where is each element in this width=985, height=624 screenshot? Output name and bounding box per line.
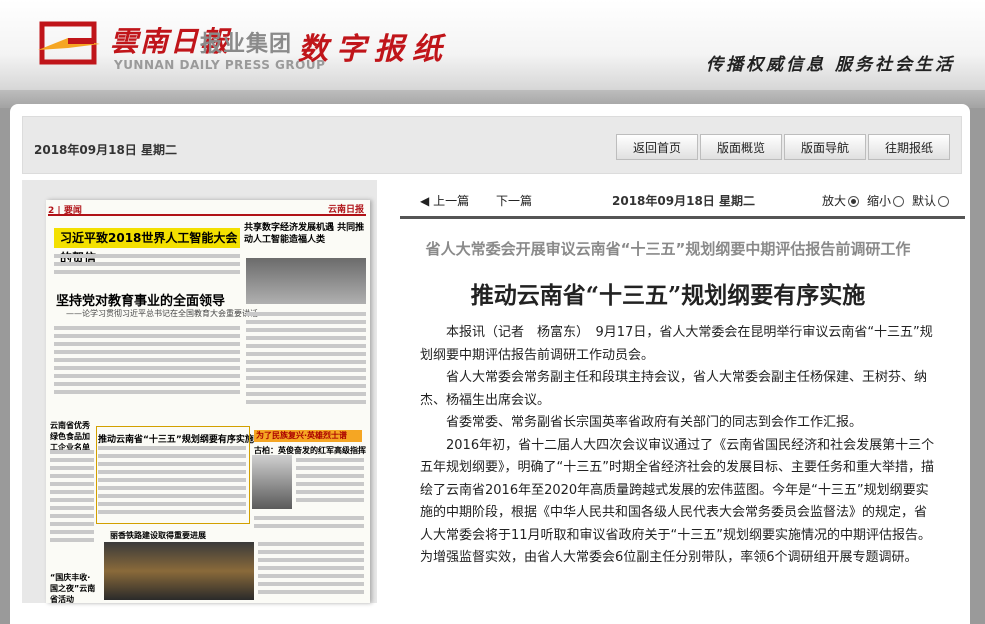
article-paragraph: 本报讯（记者 杨富东） 9月17日，省人大常委会在昆明举行审议云南省“十三五”规… bbox=[420, 325, 933, 363]
zoom-controls: 放大 缩小 默认 bbox=[822, 192, 950, 209]
paper-text-block bbox=[258, 574, 364, 578]
paper-text-block bbox=[258, 550, 364, 554]
paper-text-block bbox=[50, 474, 94, 478]
zoom-default-option[interactable]: 默认 bbox=[912, 192, 950, 209]
paper-text-block bbox=[50, 506, 94, 510]
paper-tunnel-photo bbox=[104, 542, 254, 600]
paper-text-block bbox=[50, 482, 94, 486]
paper-text-block bbox=[296, 498, 364, 502]
paper-text-block bbox=[54, 350, 240, 354]
paper-text-block bbox=[246, 392, 366, 396]
radio-minus-icon bbox=[893, 196, 905, 207]
paper-text-block bbox=[54, 254, 240, 258]
paper-text-block bbox=[50, 530, 94, 534]
paper-text-block bbox=[246, 352, 366, 356]
paper-text-block bbox=[54, 366, 240, 370]
article-paragraph: 2016年初，省十二届人大四次会议审议通过了《云南省国民经济和社会发展第十三个五… bbox=[420, 437, 935, 566]
paper-text-block bbox=[54, 326, 240, 330]
prev-article-link[interactable]: ◀ 上一篇 bbox=[420, 192, 469, 209]
paper-text-block bbox=[258, 566, 364, 570]
next-article-link[interactable]: 下一篇 bbox=[496, 192, 532, 209]
paper-headline-7[interactable]: 云南省优秀绿色食品加工企业名单 bbox=[50, 420, 96, 453]
paper-text-block bbox=[296, 474, 364, 478]
newspaper-page-image[interactable]: 2 | 要闻 云南日报 习近平致2018世界人工智能大会的贺信 坚持党对教育事业… bbox=[46, 200, 370, 603]
paper-text-block bbox=[50, 458, 94, 462]
paper-headline-8[interactable]: “国庆丰收·国之夜”云南省活动 bbox=[50, 572, 96, 603]
top-nav: 返回首页 版面概览 版面导航 往期报纸 bbox=[616, 134, 952, 160]
paper-text-block bbox=[296, 466, 364, 470]
article-date: 2018年09月18日 星期二 bbox=[612, 194, 755, 208]
paper-text-block bbox=[258, 590, 364, 594]
site-slogan: 传播权威信息 服务社会生活 bbox=[706, 55, 955, 75]
paper-text-block bbox=[50, 498, 94, 502]
paper-headline-5[interactable]: 为了民族复兴·英雄烈士谱 bbox=[254, 430, 362, 442]
paper-text-block bbox=[54, 358, 240, 362]
article-title: 推动云南省“十三五”规划纲要有序实施 bbox=[470, 282, 866, 309]
paper-text-block bbox=[246, 400, 366, 404]
paper-text-block bbox=[50, 538, 94, 542]
paper-headline-3[interactable]: 共享数字经济发展机遇 共同推动人工智能造福人类 bbox=[244, 222, 366, 246]
logo-english-name: YUNNAN DAILY PRESS GROUP bbox=[114, 58, 326, 72]
nav-home-button[interactable]: 返回首页 bbox=[616, 134, 698, 160]
paper-headline-1[interactable]: 习近平致2018世界人工智能大会的贺信 bbox=[54, 228, 240, 265]
paper-text-block bbox=[258, 582, 364, 586]
site-header: 雲南日報 报业集团 YUNNAN DAILY PRESS GROUP 数字报纸 … bbox=[0, 0, 985, 90]
nav-archive-button[interactable]: 往期报纸 bbox=[868, 134, 950, 160]
article-paragraph: 省人大常委会常务副主任和段琪主持会议，省人大常委会副主任杨保建、王树芬、纳杰、杨… bbox=[420, 370, 928, 408]
paper-text-block bbox=[254, 516, 364, 520]
paper-text-block bbox=[296, 482, 364, 486]
paper-text-block bbox=[258, 558, 364, 562]
paper-text-block bbox=[50, 514, 94, 518]
paper-text-block bbox=[54, 390, 240, 394]
paper-text-block bbox=[296, 490, 364, 494]
paper-text-block bbox=[54, 342, 240, 346]
radio-icon bbox=[938, 196, 950, 207]
paper-text-block bbox=[54, 374, 240, 378]
zoom-in-option[interactable]: 放大 bbox=[822, 192, 860, 209]
paper-text-block bbox=[246, 312, 366, 316]
article-body: 本报讯（记者 杨富东） 9月17日，省人大常委会在昆明举行审议云南省“十三五”规… bbox=[420, 322, 938, 570]
nav-overview-button[interactable]: 版面概览 bbox=[700, 134, 782, 160]
paper-article-highlight bbox=[96, 426, 250, 524]
issue-date: 2018年09月18日 星期二 bbox=[34, 143, 177, 157]
paper-rule bbox=[48, 214, 366, 216]
paper-text-block bbox=[246, 368, 366, 372]
site-name: 数字报纸 bbox=[298, 32, 450, 67]
paper-headline-6[interactable]: 丽香铁路建设取得重要进展 bbox=[110, 530, 206, 541]
paper-text-block bbox=[246, 384, 366, 388]
paper-text-block bbox=[246, 320, 366, 324]
paper-text-block bbox=[50, 466, 94, 470]
article-subtitle: 省人大常委会开展审议云南省“十三五”规划纲要中期评估报告前调研工作 bbox=[425, 240, 911, 258]
paper-text-block bbox=[50, 450, 94, 454]
paper-text-block bbox=[246, 344, 366, 348]
paper-text-block bbox=[50, 522, 94, 526]
paper-text-block bbox=[54, 334, 240, 338]
paper-headline-2-sub: ——论学习贯彻习近平总书记在全国教育大会重要讲话 bbox=[66, 309, 258, 318]
nav-page-nav-button[interactable]: 版面导航 bbox=[784, 134, 866, 160]
paper-text-block bbox=[54, 262, 240, 266]
paper-text-block bbox=[246, 336, 366, 340]
press-logo-icon bbox=[38, 21, 100, 65]
paper-text-block bbox=[246, 328, 366, 332]
paper-text-block bbox=[296, 458, 364, 462]
paper-portrait-photo bbox=[252, 455, 292, 509]
paper-text-block bbox=[258, 542, 364, 546]
paper-text-block bbox=[246, 360, 366, 364]
zoom-out-option[interactable]: 缩小 bbox=[867, 192, 905, 209]
radio-selected-icon bbox=[848, 196, 860, 207]
paper-text-block bbox=[54, 270, 240, 274]
article-paragraph: 省委常委、常务副省长宗国英率省政府有关部门的同志到会作工作汇报。 bbox=[446, 415, 863, 430]
triangle-left-icon: ◀ bbox=[420, 194, 430, 208]
paper-text-block bbox=[54, 382, 240, 386]
paper-text-block bbox=[246, 376, 366, 380]
paper-text-block bbox=[254, 524, 364, 528]
paper-photo bbox=[246, 258, 366, 304]
logo-group-name: 报业集团 bbox=[200, 32, 293, 57]
paper-headline-2[interactable]: 坚持党对教育事业的全面领导 bbox=[56, 290, 225, 309]
paper-text-block bbox=[50, 490, 94, 494]
